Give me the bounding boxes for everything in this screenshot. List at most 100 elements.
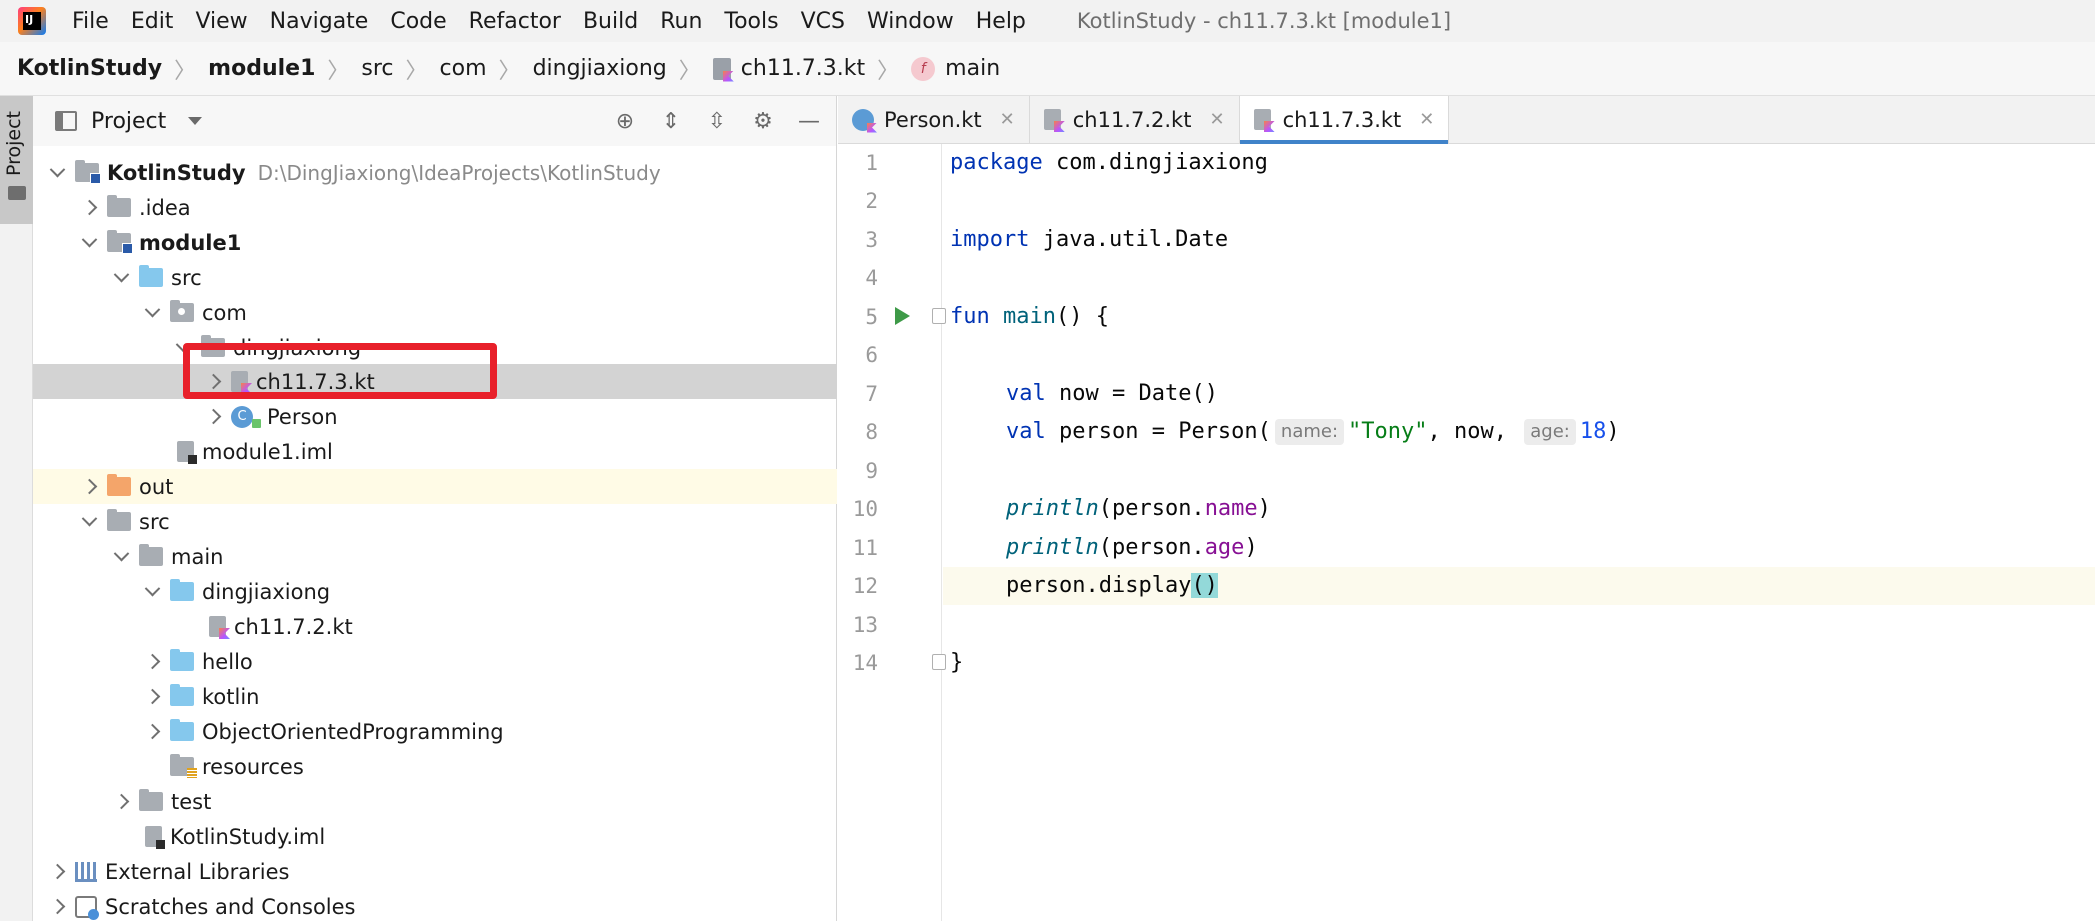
line-number: 4 <box>865 266 878 290</box>
breadcrumb-com[interactable]: com <box>440 56 487 81</box>
code-line-7: val now = Date() <box>1006 375 1218 413</box>
parameter-hint: name: <box>1274 419 1345 445</box>
menu-window[interactable]: Window <box>856 9 965 34</box>
chevron-down-icon[interactable] <box>144 305 160 321</box>
expand-all-icon[interactable]: ⇕ <box>658 108 684 134</box>
chevron-down-icon[interactable] <box>113 549 129 565</box>
tree-item-resources[interactable]: resources <box>33 749 837 784</box>
project-tool-window-tab[interactable]: Project <box>0 96 33 224</box>
chevron-right-icon[interactable] <box>144 724 160 740</box>
tree-item-kotlinstudy[interactable]: KotlinStudy D:\DingJiaxiong\IdeaProjects… <box>33 155 837 190</box>
tree-item-scratches[interactable]: Scratches and Consoles <box>33 889 837 921</box>
line-number: 8 <box>865 420 878 444</box>
minimize-icon[interactable]: — <box>796 108 822 134</box>
code-line-3: import java.util.Date <box>950 221 1228 259</box>
tab-ch11-7-2-kt[interactable]: ch11.7.2.kt ✕ <box>1030 96 1240 143</box>
tree-item-label: External Libraries <box>105 859 290 884</box>
tree-item-src[interactable]: src <box>33 504 837 539</box>
chevron-down-icon[interactable] <box>49 165 65 181</box>
close-icon[interactable]: ✕ <box>1000 109 1015 130</box>
tree-item-module1-src[interactable]: src <box>33 260 837 295</box>
keyword: import <box>950 227 1030 252</box>
tab-ch11-7-3-kt[interactable]: ch11.7.3.kt ✕ <box>1239 96 1450 144</box>
breadcrumb-function[interactable]: f main <box>911 56 1000 81</box>
line-number: 1 <box>865 151 878 175</box>
keyword: package <box>950 150 1043 175</box>
tree-item-com[interactable]: com <box>33 295 837 330</box>
view-mode-dropdown-icon[interactable] <box>188 117 203 125</box>
chevron-right-icon[interactable] <box>49 899 65 915</box>
code-text: () { <box>1055 304 1109 329</box>
chevron-right-icon[interactable] <box>144 654 160 670</box>
chevron-right-icon[interactable] <box>81 479 97 495</box>
menu-edit[interactable]: Edit <box>120 9 185 34</box>
code-text: java.util.Date <box>1029 227 1229 252</box>
library-icon <box>75 861 97 882</box>
breadcrumb-file[interactable]: ch11.7.3.kt <box>712 56 865 81</box>
tree-item-label: Person <box>267 404 338 429</box>
chevron-right-icon[interactable] <box>113 794 129 810</box>
breadcrumb-project[interactable]: KotlinStudy <box>17 56 162 81</box>
kotlin-file-icon <box>209 616 226 637</box>
locate-file-icon[interactable]: ⊕ <box>612 108 638 134</box>
menu-file[interactable]: File <box>72 9 120 34</box>
breadcrumb: KotlinStudy 〉 module1 〉 src 〉 com 〉 ding… <box>0 42 2095 96</box>
tree-item-main[interactable]: main <box>33 539 837 574</box>
project-panel-title[interactable]: Project <box>91 109 166 134</box>
code-editor: Person.kt ✕ ch11.7.2.kt ✕ ch11.7.3.kt ✕ … <box>838 96 2095 921</box>
tree-item-kotlinstudy-iml[interactable]: KotlinStudy.iml <box>33 819 837 854</box>
code-area[interactable]: package com.dingjiaxiong import java.uti… <box>943 144 2095 921</box>
menu-tools[interactable]: Tools <box>713 9 789 34</box>
breadcrumb-separator-icon: 〉 <box>678 58 701 84</box>
chevron-right-icon[interactable] <box>81 200 97 216</box>
module-file-icon <box>145 826 165 849</box>
chevron-down-icon[interactable] <box>144 584 160 600</box>
tree-item-test[interactable]: test <box>33 784 837 819</box>
gear-icon[interactable]: ⚙ <box>750 108 776 134</box>
chevron-right-icon[interactable] <box>49 864 65 880</box>
tree-item-out[interactable]: out <box>33 469 837 504</box>
tab-label: ch11.7.2.kt <box>1072 107 1192 132</box>
chevron-down-icon[interactable] <box>81 514 97 530</box>
collapse-all-icon[interactable]: ⇳ <box>704 108 730 134</box>
source-folder-icon <box>170 649 194 671</box>
line-number: 14 <box>852 651 878 675</box>
menu-code[interactable]: Code <box>379 9 457 34</box>
menu-refactor[interactable]: Refactor <box>458 9 572 34</box>
tree-item-object-oriented-programming[interactable]: ObjectOrientedProgramming <box>33 714 837 749</box>
tree-item-label: com <box>202 300 247 325</box>
breadcrumb-package[interactable]: dingjiaxiong <box>533 56 667 81</box>
tree-item-idea[interactable]: .idea <box>33 190 837 225</box>
menu-navigate[interactable]: Navigate <box>259 9 380 34</box>
run-icon[interactable] <box>895 307 910 325</box>
chevron-right-icon[interactable] <box>144 689 160 705</box>
tree-item-module1-iml[interactable]: module1.iml <box>33 434 837 469</box>
close-icon[interactable]: ✕ <box>1419 109 1434 130</box>
tree-item-ch11-7-2[interactable]: ch11.7.2.kt <box>33 609 837 644</box>
window-title: KotlinStudy - ch11.7.3.kt [module1] <box>1076 9 1452 33</box>
tree-item-label: out <box>139 474 174 499</box>
menu-vcs[interactable]: VCS <box>790 9 856 34</box>
string-literal: "Tony" <box>1348 419 1428 444</box>
menu-help[interactable]: Help <box>965 9 1037 34</box>
project-panel-actions: ⊕ ⇕ ⇳ ⚙ — <box>612 96 822 146</box>
tab-person-kt[interactable]: Person.kt ✕ <box>838 96 1030 143</box>
folder-icon <box>8 186 26 200</box>
chevron-right-icon[interactable] <box>205 409 221 425</box>
chevron-down-icon[interactable] <box>81 235 97 251</box>
close-icon[interactable]: ✕ <box>1209 109 1224 130</box>
breadcrumb-module[interactable]: module1 <box>208 56 315 81</box>
breadcrumb-src[interactable]: src <box>361 56 393 81</box>
menu-run[interactable]: Run <box>649 9 713 34</box>
menu-build[interactable]: Build <box>572 9 649 34</box>
chevron-down-icon[interactable] <box>113 270 129 286</box>
tree-item-person[interactable]: C Person <box>33 399 837 434</box>
menu-view[interactable]: View <box>184 9 258 34</box>
tree-item-hello[interactable]: hello <box>33 644 837 679</box>
tree-item-external-libraries[interactable]: External Libraries <box>33 854 837 889</box>
tree-item-kotlin[interactable]: kotlin <box>33 679 837 714</box>
code-text: ) <box>1606 419 1620 444</box>
tree-item-main-dingjiaxiong[interactable]: dingjiaxiong <box>33 574 837 609</box>
tree-item-module1[interactable]: module1 <box>33 225 837 260</box>
